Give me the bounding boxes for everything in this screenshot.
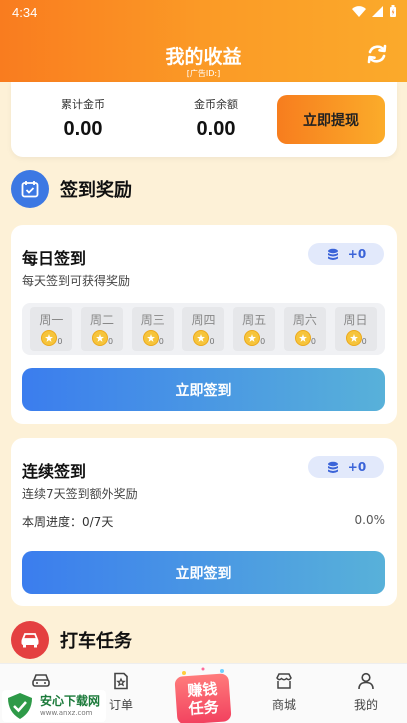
shield-logo-icon	[8, 693, 32, 719]
signal-icon	[372, 5, 383, 17]
coin-balance-label: 金币余额	[194, 98, 238, 111]
day-coins: 0	[260, 337, 266, 346]
nav-mall[interactable]: 商城	[249, 672, 319, 713]
car-outline-icon	[32, 674, 50, 687]
withdraw-button[interactable]: 立即提现	[277, 95, 385, 144]
daily-checkin-title: 每日签到	[22, 249, 87, 268]
day-coins: 0	[209, 337, 215, 346]
coin-icon	[294, 330, 311, 346]
balance-card: 累计金币 0.00 金币余额 0.00 立即提现	[11, 82, 397, 157]
streak-reward-badge: +0	[308, 456, 384, 478]
store-icon	[276, 673, 292, 689]
weekly-progress-label: 本周进度：0/7天	[22, 515, 114, 529]
streak-checkin-button[interactable]: 立即签到	[22, 551, 385, 594]
day-coins: 0	[158, 337, 164, 346]
day-name: 周三	[140, 313, 165, 327]
day-coins: 0	[310, 337, 316, 346]
week-days: 周一 0 周二 0 周三 0 周四 0 周五 0 周六 0 周日 0	[22, 303, 385, 355]
day-cell-thu: 周四 0	[182, 307, 225, 351]
status-time: 4:34	[12, 5, 38, 20]
coin-icon	[345, 330, 362, 346]
earn-task-badge: 赚钱 任务	[174, 673, 232, 723]
daily-reward-value: +0	[347, 247, 367, 261]
status-bar: 4:34	[0, 0, 407, 24]
day-cell-fri: 周五 0	[233, 307, 276, 351]
earn-task-line1: 赚钱	[186, 679, 218, 701]
coin-icon	[41, 330, 58, 346]
taxi-section-header: 打车任务	[11, 621, 132, 659]
day-coins: 0	[361, 337, 367, 346]
total-coins: 累计金币 0.00	[33, 96, 133, 141]
total-coins-value: 0.00	[63, 118, 103, 140]
day-cell-sun: 周日 0	[334, 307, 377, 351]
day-name: 周六	[292, 313, 317, 327]
wifi-icon	[352, 5, 366, 17]
coin-stack-icon	[327, 248, 338, 260]
battery-icon	[390, 5, 396, 17]
day-name: 周日	[343, 313, 368, 327]
daily-checkin-button[interactable]: 立即签到	[22, 368, 385, 411]
day-coins: 0	[57, 337, 63, 346]
header: 4:34 我的收益 [广告ID:]	[0, 0, 407, 82]
day-name: 周一	[39, 313, 64, 327]
nav-mall-label: 商城	[271, 698, 296, 712]
coin-stack-icon	[327, 461, 338, 473]
daily-checkin-card: 每日签到 每天签到可获得奖励 +0 周一 0 周二 0 周三 0 周四 0 周五 0 周六…	[11, 225, 397, 424]
weekly-progress-percent: 0.0%	[354, 513, 386, 527]
page-title: 我的收益	[165, 46, 242, 68]
watermark-text: 安心下载网	[40, 694, 101, 708]
taxi-section-title: 打车任务	[60, 631, 132, 652]
ad-id: [广告ID:]	[186, 69, 221, 78]
earn-task-line2: 任务	[188, 697, 220, 719]
watermark-url: www.anxz.com	[40, 709, 93, 717]
nav-mine[interactable]: 我的	[331, 672, 401, 713]
day-name: 周二	[90, 313, 115, 327]
day-coins: 0	[108, 337, 114, 346]
streak-checkin-subtitle: 连续7天签到额外奖励	[22, 487, 138, 501]
nav-mine-label: 我的	[353, 698, 378, 712]
day-cell-sat: 周六 0	[283, 307, 326, 351]
day-cell-wed: 周三 0	[131, 307, 174, 351]
coin-balance-value: 0.00	[196, 118, 236, 140]
refresh-icon[interactable]	[365, 42, 389, 66]
streak-reward-value: +0	[347, 460, 367, 474]
car-icon	[11, 621, 49, 659]
user-icon	[358, 672, 374, 690]
day-cell-tue: 周二 0	[81, 307, 124, 351]
nav-earn-task[interactable]: 赚钱 任务	[172, 665, 234, 723]
order-icon	[114, 672, 128, 690]
day-name: 周四	[191, 313, 216, 327]
coin-balance: 金币余额 0.00	[166, 96, 266, 141]
coin-icon	[244, 330, 261, 346]
calendar-check-icon	[11, 170, 49, 208]
daily-checkin-subtitle: 每天签到可获得奖励	[22, 274, 131, 288]
day-cell-mon: 周一 0	[30, 307, 73, 351]
status-icons	[352, 5, 397, 17]
checkin-section-header: 签到奖励	[11, 170, 132, 208]
coin-icon	[193, 330, 210, 346]
day-name: 周五	[242, 313, 267, 327]
streak-checkin-title: 连续签到	[22, 462, 87, 481]
coin-icon	[142, 330, 159, 346]
total-coins-label: 累计金币	[61, 98, 105, 111]
coin-icon	[92, 330, 109, 346]
watermark-logo: 安心下载网 www.anxz.com	[2, 690, 106, 722]
checkin-section-title: 签到奖励	[60, 180, 132, 201]
streak-checkin-card: 连续签到 连续7天签到额外奖励 +0 本周进度：0/7天 0.0% 立即签到	[11, 438, 397, 606]
daily-reward-badge: +0	[308, 243, 384, 265]
